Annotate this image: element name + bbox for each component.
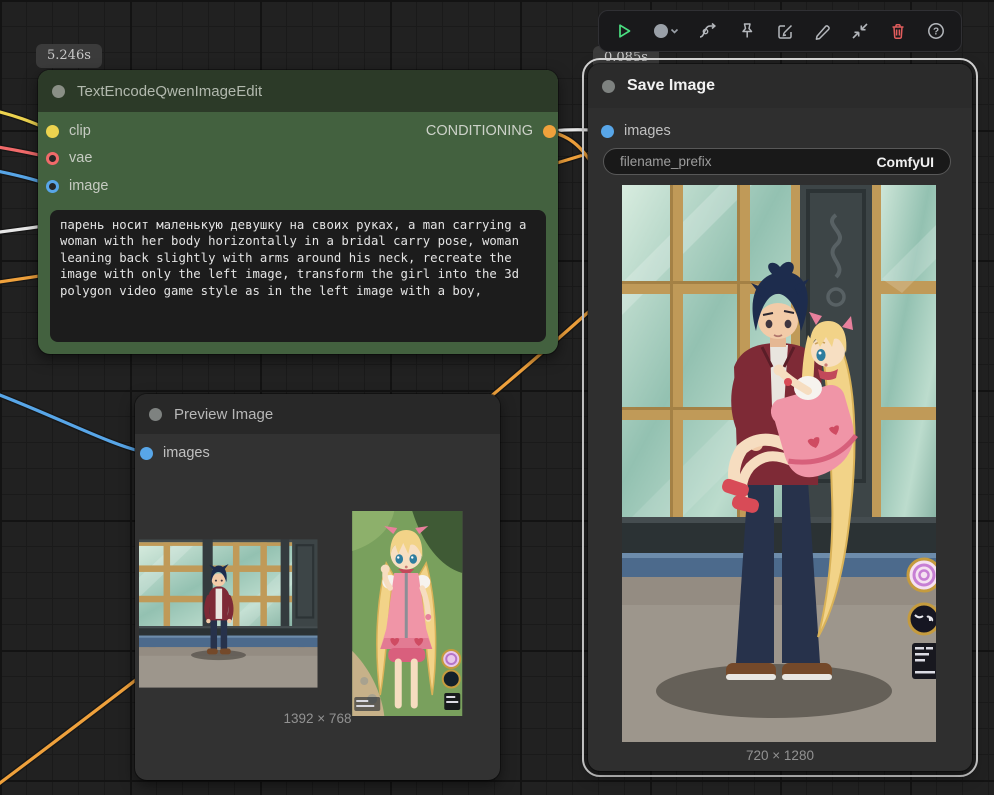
prompt-textarea[interactable]: парень носит маленькую девушку на своих … [50,210,546,342]
image-port-icon[interactable] [46,179,59,193]
help-icon: ? [928,23,944,39]
images-port-icon[interactable] [140,446,153,460]
spline-icon [699,22,716,38]
saved-image[interactable] [622,185,936,742]
clip-port-icon[interactable] [46,124,59,138]
pencil-button[interactable] [812,19,832,43]
node-save-image[interactable]: Save Image images filename_prefix ComfyU… [588,64,972,771]
input-slot-images[interactable]: images [140,443,210,463]
conditioning-port-icon[interactable] [543,124,556,138]
pencil-icon [816,25,831,40]
collapse-dot[interactable] [149,407,162,421]
edit-box-icon [777,24,792,39]
preview-image-left [139,539,318,688]
node-title: TextEncodeQwenImageEdit [77,82,263,100]
image-dimensions-caption: 720 × 1280 [746,748,814,763]
exec-time-badge-textencode: 5.246s [36,44,102,68]
input-slot-image[interactable]: image [46,176,109,196]
widget-label: filename_prefix [620,154,712,169]
node-preview-image[interactable]: Preview Image images 1392 × 768 [135,394,500,780]
output-slot-conditioning[interactable]: CONDITIONING [426,121,556,141]
collapse-icon [852,23,868,39]
node-textencodeqwenimageedit[interactable]: TextEncodeQwenImageEdit clip vae image C… [38,70,558,354]
svg-text:?: ? [933,27,939,38]
delete-button[interactable] [888,19,908,43]
node-title: Preview Image [174,405,274,423]
help-button[interactable]: ? [926,19,946,43]
input-slot-vae[interactable]: vae [46,148,92,168]
run-icon [619,24,631,38]
preview-image-right [351,511,462,716]
filename-prefix-widget[interactable]: filename_prefix ComfyUI [603,148,951,175]
node-header[interactable]: Preview Image [135,394,500,434]
pin-button[interactable] [737,19,757,43]
collapse-dot[interactable] [52,84,65,98]
collapse-button[interactable] [850,19,870,43]
input-slot-clip[interactable]: clip [46,121,91,141]
image-dimensions-caption: 1392 × 768 [283,711,352,726]
saved-image-art [622,185,936,742]
pin-icon [741,23,752,38]
spline-link-button[interactable] [697,19,719,43]
images-port-icon[interactable] [601,124,614,138]
trash-icon [892,24,904,39]
graph-toolbar: ? [598,10,962,52]
vae-port-icon[interactable] [46,151,59,165]
node-header[interactable]: Save Image [588,64,972,108]
widget-value: ComfyUI [876,153,934,170]
queue-mode-icon [653,24,678,38]
run-button[interactable] [614,19,634,43]
wire-images-preview [0,391,149,456]
node-header[interactable]: TextEncodeQwenImageEdit [38,70,558,112]
collapse-dot[interactable] [602,79,615,93]
input-slot-images[interactable]: images [601,121,671,141]
node-title: Save Image [627,77,716,94]
edit-box-button[interactable] [775,19,795,43]
queue-mode-button[interactable] [652,19,679,43]
preview-image-strip[interactable] [139,511,496,716]
